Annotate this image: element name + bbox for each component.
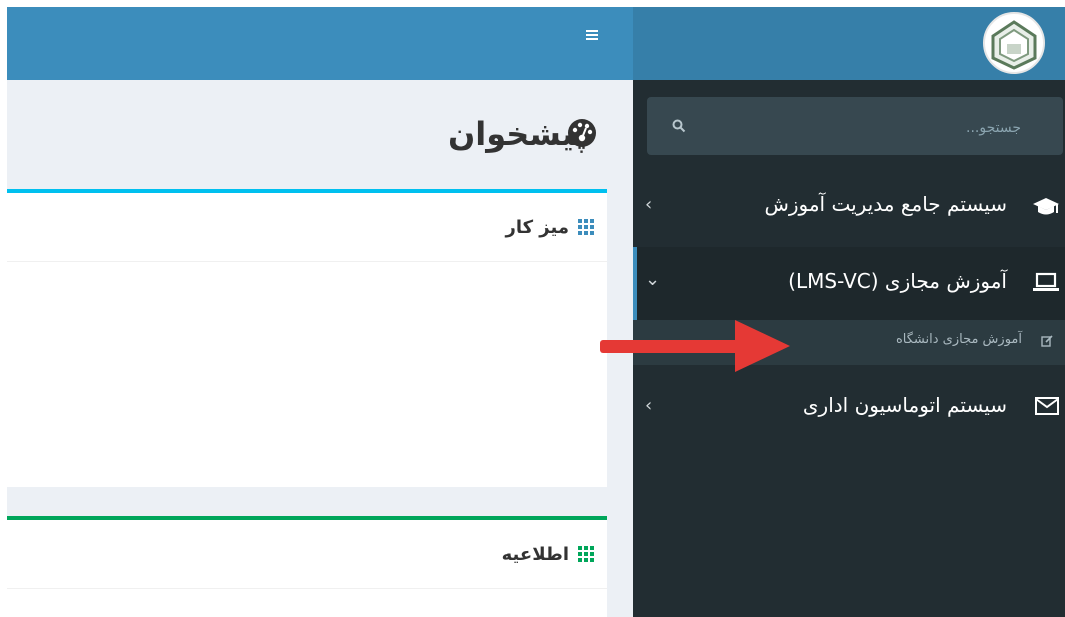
top-navbar: [7, 7, 633, 80]
sidebar-item-label: سیستم اتوماسیون اداری: [802, 393, 1007, 417]
box-header: اطلاعیه: [7, 520, 607, 589]
box-title: میز کار: [505, 217, 569, 238]
logo-emblem-icon: [991, 20, 1037, 70]
box-title: اطلاعیه: [501, 544, 569, 565]
grid-icon: [578, 546, 595, 563]
red-arrow-icon: [600, 320, 790, 372]
submenu-item-university-virtual-learning[interactable]: آموزش مجازی دانشگاه: [896, 332, 1022, 347]
edit-icon: [1041, 335, 1053, 347]
chevron-down-icon: ⌄: [645, 269, 661, 290]
announcements-box: اطلاعیه: [7, 516, 607, 617]
chevron-left-icon: ‹: [645, 194, 653, 215]
chevron-left-icon: ‹: [645, 395, 653, 416]
envelope-icon: [1035, 397, 1059, 415]
sidebar-item-label: سیستم جامع مدیریت آموزش: [764, 192, 1007, 216]
hamburger-icon[interactable]: [586, 30, 598, 40]
graduation-cap-icon: [1033, 198, 1059, 215]
desk-box: میز کار: [7, 189, 607, 487]
sidebar-item-office-automation[interactable]: ‹ سیستم اتوماسیون اداری: [633, 393, 1065, 435]
grid-icon: [578, 219, 595, 236]
search-placeholder: جستجو...: [966, 120, 1021, 136]
search-icon[interactable]: [672, 119, 686, 133]
sidebar-item-label: آموزش مجازی (LMS-VC): [788, 269, 1007, 293]
dashboard-icon: [568, 119, 596, 147]
sidebar-item-virtual-learning[interactable]: ⌄ آموزش مجازی (LMS-VC): [633, 247, 1065, 320]
university-logo[interactable]: [983, 12, 1045, 74]
box-header: میز کار: [7, 193, 607, 262]
laptop-icon: [1033, 272, 1059, 291]
sidebar-item-education-management[interactable]: ‹ سیستم جامع مدیریت آموزش: [633, 192, 1065, 234]
